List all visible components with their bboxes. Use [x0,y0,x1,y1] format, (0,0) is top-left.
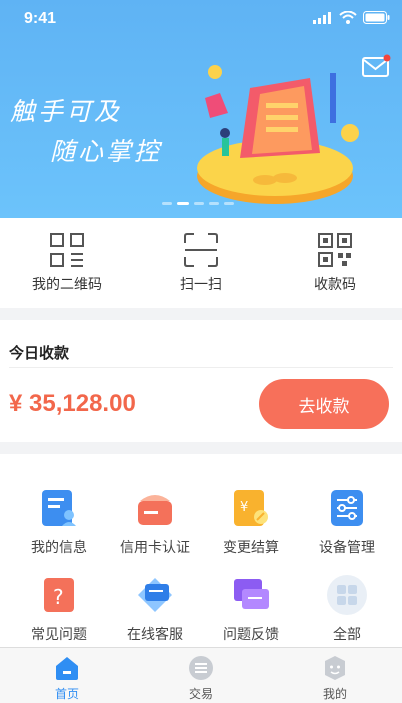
tab-label: 首页 [54,687,79,701]
tab-me[interactable]: 我的 [285,648,385,703]
all-apps-icon [327,575,367,615]
bottom-tab-bar: 首页 交易 我的 [0,647,402,703]
online-service-icon [138,578,172,612]
grid-item-all[interactable]: 全部 [297,574,397,644]
carousel-dot-active[interactable] [177,202,189,205]
grid-item-label: 变更结算 [223,540,279,556]
status-icons [313,11,390,24]
quick-actions: 我的二维码 扫一扫 收款码 [0,218,402,308]
feedback-icon [234,579,269,609]
collection-amount: ¥ 35,128.00 [9,390,136,417]
transaction-icon [189,656,213,680]
grid-item-online-service[interactable]: 在线客服 [105,574,205,644]
tab-home[interactable]: 首页 [17,648,117,703]
grid-item-label: 设备管理 [319,540,375,556]
banner-slogan-line1: 触手可及 [10,97,123,126]
scan-icon [184,233,218,267]
device-settings-icon [331,490,363,526]
quick-action-label: 收款码 [314,277,356,293]
grid-item-feedback[interactable]: 问题反馈 [201,574,301,644]
divider [9,367,393,368]
grid-item-credit-card-auth[interactable]: 信用卡认证 [105,487,205,557]
grid-item-label: 全部 [333,627,361,643]
grid-item-my-info[interactable]: 我的信息 [9,487,109,557]
status-bar: 9:41 [0,0,402,36]
receive-code-icon [318,233,352,267]
carousel-dot[interactable] [162,202,172,205]
signal-icon [313,11,331,24]
svg-text:?: ? [53,585,64,609]
status-time: 9:41 [24,10,57,27]
carousel-dots [162,202,234,205]
svg-text:¥: ¥ [240,500,248,515]
quick-action-receive-code[interactable]: 收款码 [280,232,390,294]
banner[interactable]: 9:41 触手可及 随心掌控 [0,0,402,218]
quick-action-label: 我的二维码 [32,277,102,293]
credit-card-icon [138,495,172,525]
battery-icon [363,11,390,24]
today-collection-card: 今日收款 ¥ 35,128.00 去收款 [0,320,402,442]
grid-item-change-settlement[interactable]: ¥ 变更结算 [201,487,301,557]
settlement-icon: ¥ [234,490,268,526]
wifi-icon [339,11,357,24]
quick-action-scan[interactable]: 扫一扫 [146,232,256,294]
carousel-dot[interactable] [224,202,234,205]
grid-item-label: 常见问题 [31,627,87,643]
quick-action-my-qr[interactable]: 我的二维码 [12,232,122,294]
grid-item-label: 在线客服 [127,627,183,643]
carousel-dot[interactable] [194,202,204,205]
service-grid: 我的信息 信用卡认证 ¥ 变更结算 设备管理 ? 常见问题 在线客服 问题反馈 … [0,454,402,647]
grid-item-faq[interactable]: ? 常见问题 [9,574,109,644]
tab-transaction[interactable]: 交易 [151,648,251,703]
qr-code-icon [50,233,84,267]
grid-item-label: 信用卡认证 [120,540,190,556]
grid-item-device-management[interactable]: 设备管理 [297,487,397,557]
grid-item-label: 我的信息 [31,540,87,556]
go-collect-button[interactable]: 去收款 [259,379,389,429]
quick-action-label: 扫一扫 [180,277,222,293]
carousel-dot[interactable] [209,202,219,205]
profile-info-icon [42,490,76,526]
home-icon [56,657,78,680]
grid-item-label: 问题反馈 [223,627,279,643]
tab-label: 我的 [322,687,347,701]
banner-slogan-line2: 随心掌控 [50,137,163,166]
banner-illustration [197,65,359,204]
tab-label: 交易 [188,687,213,701]
faq-icon: ? [44,578,74,612]
collection-title: 今日收款 [9,344,70,362]
me-icon [325,656,345,680]
